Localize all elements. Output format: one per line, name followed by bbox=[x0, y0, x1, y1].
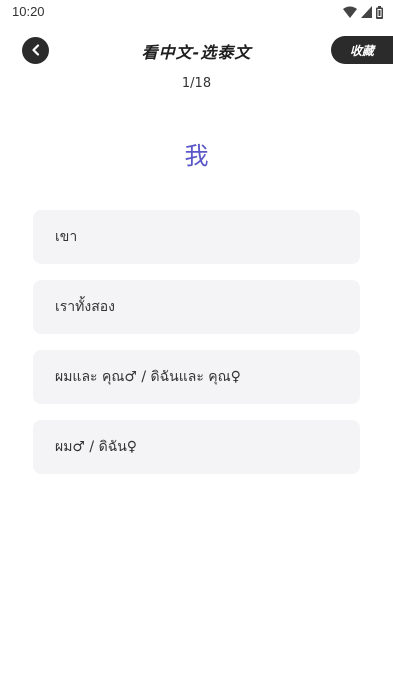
progress-counter: 1/18 bbox=[181, 76, 212, 91]
favorite-button[interactable]: 收藏 bbox=[331, 36, 393, 64]
status-bar: 10:20 bbox=[0, 0, 393, 24]
answer-option-4[interactable]: ผม♂ / ดิฉัน♀ bbox=[33, 420, 360, 474]
battery-icon bbox=[376, 5, 383, 19]
status-icons bbox=[343, 5, 383, 19]
answer-option-3[interactable]: ผมและ คุณ♂ / ดิฉันและ คุณ♀ bbox=[33, 350, 360, 404]
answer-option-1[interactable]: เขา bbox=[33, 210, 360, 264]
cellular-icon bbox=[361, 6, 372, 18]
answer-option-2[interactable]: เราทั้งสอง bbox=[33, 280, 360, 334]
status-time: 10:20 bbox=[12, 4, 45, 19]
question-word: 我 bbox=[184, 142, 209, 170]
header: 看中文-选泰文 收藏 bbox=[0, 34, 393, 68]
wifi-icon bbox=[343, 6, 357, 18]
answer-options: เขา เราทั้งสอง ผมและ คุณ♂ / ดิฉันและ คุณ… bbox=[33, 210, 360, 490]
